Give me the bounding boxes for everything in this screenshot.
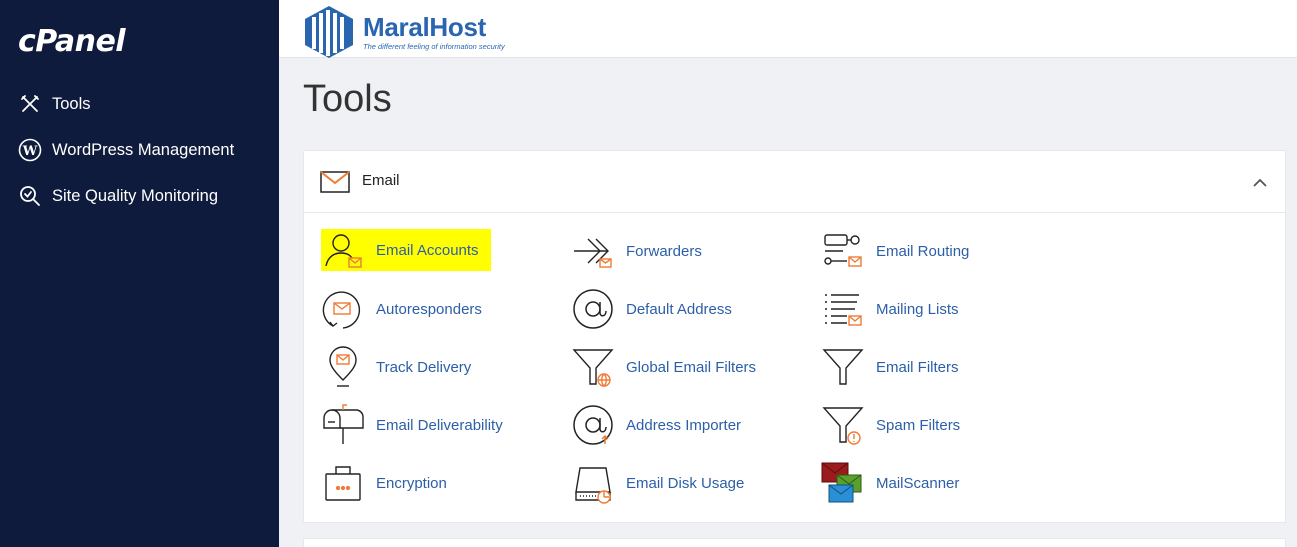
sidebar: cPanel Tools W WordPress Management Site… — [0, 0, 279, 547]
tool-label: Autoresponders — [376, 300, 482, 318]
logo-name: MaralHost — [363, 12, 486, 42]
tool-label: Address Importer — [626, 416, 742, 434]
email-deliverability-icon — [321, 403, 367, 447]
maralhost-logo-mark — [305, 6, 353, 58]
logo-tagline: The different feeling of information sec… — [363, 42, 505, 51]
tool-label: Email Filters — [876, 358, 959, 376]
mailing-lists-icon — [821, 287, 867, 331]
forwarders-icon — [571, 229, 617, 273]
tool-global-email-filters[interactable]: Global Email Filters — [571, 346, 756, 388]
sidebar-item-label: Site Quality Monitoring — [52, 186, 218, 205]
tool-default-address[interactable]: Default Address — [571, 288, 732, 330]
encryption-icon — [321, 461, 367, 505]
tool-encryption[interactable]: Encryption — [321, 462, 447, 504]
tool-label: Default Address — [626, 300, 732, 318]
tool-email-accounts[interactable]: Email Accounts — [321, 229, 491, 271]
tool-label: Mailing Lists — [876, 300, 959, 318]
sidebar-item-label: Tools — [52, 94, 91, 113]
wordpress-icon: W — [18, 138, 42, 162]
tool-label: Email Accounts — [376, 241, 479, 259]
email-disk-usage-icon — [571, 461, 617, 505]
tool-email-deliverability[interactable]: Email Deliverability — [321, 404, 503, 446]
tool-label: Encryption — [376, 474, 447, 492]
email-filters-icon — [821, 345, 867, 389]
tool-email-disk-usage[interactable]: Email Disk Usage — [571, 462, 744, 504]
tool-label: Forwarders — [626, 242, 702, 260]
tool-label: Email Deliverability — [376, 416, 503, 434]
maralhost-logo[interactable]: MaralHost The different feeling of infor… — [301, 4, 505, 60]
email-routing-icon — [821, 229, 867, 273]
tool-mailscanner[interactable]: MailScanner — [821, 462, 959, 504]
cpanel-logo[interactable]: cPanel — [18, 24, 126, 59]
chevron-up-icon[interactable] — [1253, 175, 1267, 193]
email-panel-header[interactable]: Email — [304, 151, 1285, 213]
tool-email-filters[interactable]: Email Filters — [821, 346, 959, 388]
tool-address-importer[interactable]: Address Importer — [571, 404, 741, 446]
page-title: Tools — [303, 78, 392, 120]
tool-label: Email Disk Usage — [626, 474, 745, 492]
tool-label: Spam Filters — [876, 416, 961, 434]
envelope-icon — [320, 171, 350, 198]
sidebar-item-label: WordPress Management — [52, 140, 235, 159]
next-panel — [303, 538, 1286, 547]
tool-mailing-lists[interactable]: Mailing Lists — [821, 288, 959, 330]
tool-track-delivery[interactable]: Track Delivery — [321, 346, 471, 388]
tool-autoresponders[interactable]: Autoresponders — [321, 288, 482, 330]
tools-icon — [18, 92, 42, 116]
tool-label: Track Delivery — [376, 358, 472, 376]
email-panel: Email Email Accounts Forwarders Email Ro… — [303, 150, 1286, 523]
email-panel-title: Email — [362, 172, 400, 189]
tool-label: Global Email Filters — [626, 358, 757, 376]
tool-spam-filters[interactable]: Spam Filters — [821, 404, 960, 446]
autoresponders-icon — [321, 287, 367, 331]
global-email-filters-icon — [571, 345, 617, 389]
tool-label: MailScanner — [876, 474, 960, 492]
address-importer-icon — [571, 403, 617, 447]
top-header: MaralHost The different feeling of infor… — [279, 0, 1297, 58]
spam-filters-icon — [821, 403, 867, 447]
site-quality-icon — [18, 184, 42, 208]
email-accounts-icon — [321, 228, 367, 272]
tool-forwarders[interactable]: Forwarders — [571, 230, 702, 272]
tool-email-routing[interactable]: Email Routing — [821, 230, 969, 272]
track-delivery-icon — [321, 345, 367, 389]
sidebar-item-tools[interactable]: Tools — [18, 89, 91, 119]
svg-text:W: W — [22, 144, 38, 159]
mailscanner-icon — [821, 461, 867, 505]
sidebar-item-site-quality[interactable]: Site Quality Monitoring — [18, 181, 218, 211]
tool-label: Email Routing — [876, 242, 970, 260]
sidebar-item-wordpress[interactable]: W WordPress Management — [18, 135, 234, 165]
default-address-icon — [571, 287, 617, 331]
